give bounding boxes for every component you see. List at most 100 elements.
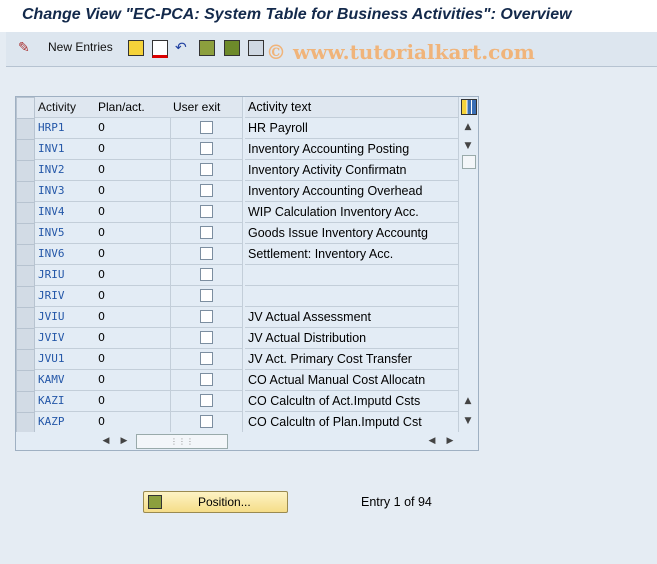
plan-act-cell[interactable]: 0 xyxy=(95,244,171,265)
scroll-up-icon[interactable]: ▲ xyxy=(460,119,476,135)
vertical-scroll-thumb[interactable] xyxy=(462,155,476,169)
user-exit-checkbox[interactable] xyxy=(199,373,213,386)
user-exit-checkbox[interactable] xyxy=(199,331,213,344)
user-exit-checkbox[interactable] xyxy=(199,415,213,428)
header-activity-text[interactable]: Activity text xyxy=(245,97,459,118)
plan-act-cell[interactable]: 0 xyxy=(95,328,171,349)
plan-act-cell[interactable]: 0 xyxy=(95,307,171,328)
row-selector[interactable] xyxy=(16,181,35,203)
scroll-up-bottom-icon[interactable]: ▲ xyxy=(460,393,476,409)
user-exit-checkbox[interactable] xyxy=(199,163,213,176)
activity-cell[interactable]: JRIV xyxy=(35,286,96,307)
user-exit-checkbox[interactable] xyxy=(199,247,213,260)
user-exit-checkbox[interactable] xyxy=(199,226,213,239)
scroll-left-icon[interactable]: ◀ xyxy=(98,433,114,449)
activity-cell[interactable]: JVU1 xyxy=(35,349,96,370)
activity-text-cell[interactable]: CO Calcultn of Plan.Imputd Cst xyxy=(245,412,459,433)
activity-text-cell[interactable] xyxy=(245,265,459,286)
row-selector[interactable] xyxy=(16,349,35,371)
activity-text-cell[interactable]: Inventory Accounting Overhead xyxy=(245,181,459,202)
user-exit-checkbox[interactable] xyxy=(199,142,213,155)
plan-act-cell[interactable]: 0 xyxy=(95,370,171,391)
scroll-left-icon-2[interactable]: ◀ xyxy=(424,433,440,449)
activity-text-cell[interactable] xyxy=(245,286,459,307)
plan-act-cell[interactable]: 0 xyxy=(95,202,171,223)
row-selector[interactable] xyxy=(16,328,35,350)
activity-text-cell[interactable]: JV Act. Primary Cost Transfer xyxy=(245,349,459,370)
plan-act-cell[interactable]: 0 xyxy=(95,286,171,307)
row-selector[interactable] xyxy=(16,139,35,161)
user-exit-checkbox[interactable] xyxy=(199,310,213,323)
horizontal-scrollbar[interactable]: ◀ ▶ ⋮⋮⋮ ◀ ▶ xyxy=(16,432,478,450)
plan-act-cell[interactable]: 0 xyxy=(95,391,171,412)
delete-icon[interactable] xyxy=(152,40,168,58)
row-selector[interactable] xyxy=(16,160,35,182)
activity-text-cell[interactable]: Inventory Activity Confirmatn xyxy=(245,160,459,181)
row-selector[interactable] xyxy=(16,202,35,224)
plan-act-cell[interactable]: 0 xyxy=(95,181,171,202)
plan-act-cell[interactable]: 0 xyxy=(95,118,171,139)
activity-text-cell[interactable]: CO Actual Manual Cost Allocatn xyxy=(245,370,459,391)
select-block-icon[interactable] xyxy=(224,40,240,56)
activity-text-cell[interactable]: CO Calcultn of Act.Imputd Csts xyxy=(245,391,459,412)
plan-act-cell[interactable]: 0 xyxy=(95,223,171,244)
edit-glasses-icon[interactable]: ✎ xyxy=(18,40,30,56)
undo-icon[interactable]: ↶ xyxy=(175,40,187,56)
scroll-down-icon[interactable]: ▼ xyxy=(460,138,476,154)
new-entries-button[interactable]: New Entries xyxy=(48,40,113,56)
activity-cell[interactable]: INV2 xyxy=(35,160,96,181)
select-all-rows[interactable] xyxy=(16,97,35,119)
header-user-exit[interactable]: User exit xyxy=(170,97,243,118)
activity-cell[interactable]: JRIU xyxy=(35,265,96,286)
scroll-down-bottom-icon[interactable]: ▼ xyxy=(460,413,476,429)
activity-cell[interactable]: INV4 xyxy=(35,202,96,223)
row-selector[interactable] xyxy=(16,391,35,413)
row-selector[interactable] xyxy=(16,370,35,392)
horizontal-scroll-thumb[interactable]: ⋮⋮⋮ xyxy=(136,434,228,449)
activity-cell[interactable]: HRP1 xyxy=(35,118,96,139)
activity-cell[interactable]: KAZP xyxy=(35,412,96,433)
user-exit-checkbox[interactable] xyxy=(199,268,213,281)
activity-text-cell[interactable]: JV Actual Distribution xyxy=(245,328,459,349)
plan-act-cell[interactable]: 0 xyxy=(95,265,171,286)
scroll-right-icon-2[interactable]: ▶ xyxy=(442,433,458,449)
copy-icon[interactable] xyxy=(128,40,144,56)
select-all-icon[interactable] xyxy=(199,40,215,56)
activity-cell[interactable]: INV5 xyxy=(35,223,96,244)
activity-cell[interactable]: JVIV xyxy=(35,328,96,349)
position-button[interactable]: Position... xyxy=(143,491,288,513)
row-selector[interactable] xyxy=(16,244,35,266)
header-activity[interactable]: Activity xyxy=(35,97,96,118)
activity-text-cell[interactable]: WIP Calculation Inventory Acc. xyxy=(245,202,459,223)
row-selector[interactable] xyxy=(16,307,35,329)
plan-act-cell[interactable]: 0 xyxy=(95,412,171,433)
activity-text-cell[interactable]: HR Payroll xyxy=(245,118,459,139)
user-exit-checkbox[interactable] xyxy=(199,121,213,134)
plan-act-cell[interactable]: 0 xyxy=(95,160,171,181)
deselect-all-icon[interactable] xyxy=(248,40,264,56)
activity-text-cell[interactable]: Goods Issue Inventory Accountg xyxy=(245,223,459,244)
user-exit-checkbox[interactable] xyxy=(199,352,213,365)
activity-cell[interactable]: KAZI xyxy=(35,391,96,412)
activity-cell[interactable]: INV1 xyxy=(35,139,96,160)
row-selector[interactable] xyxy=(16,265,35,287)
activity-cell[interactable]: INV3 xyxy=(35,181,96,202)
row-selector[interactable] xyxy=(16,223,35,245)
user-exit-checkbox[interactable] xyxy=(199,205,213,218)
user-exit-checkbox[interactable] xyxy=(199,289,213,302)
column-settings-icon[interactable] xyxy=(461,99,477,115)
scroll-right-icon[interactable]: ▶ xyxy=(116,433,132,449)
user-exit-checkbox[interactable] xyxy=(199,184,213,197)
row-selector[interactable] xyxy=(16,286,35,308)
plan-act-cell[interactable]: 0 xyxy=(95,139,171,160)
activity-text-cell[interactable]: Settlement: Inventory Acc. xyxy=(245,244,459,265)
activity-text-cell[interactable]: JV Actual Assessment xyxy=(245,307,459,328)
row-selector[interactable] xyxy=(16,118,35,140)
activity-cell[interactable]: INV6 xyxy=(35,244,96,265)
plan-act-cell[interactable]: 0 xyxy=(95,349,171,370)
activity-cell[interactable]: KAMV xyxy=(35,370,96,391)
header-plan-act[interactable]: Plan/act. xyxy=(95,97,171,118)
activity-cell[interactable]: JVIU xyxy=(35,307,96,328)
user-exit-checkbox[interactable] xyxy=(199,394,213,407)
activity-text-cell[interactable]: Inventory Accounting Posting xyxy=(245,139,459,160)
